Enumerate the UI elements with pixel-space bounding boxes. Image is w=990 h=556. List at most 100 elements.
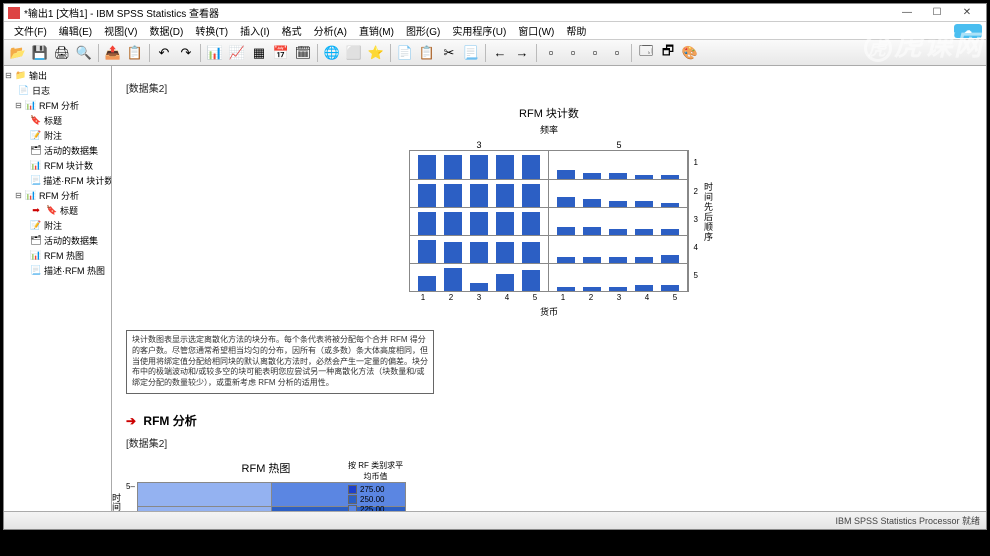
- tree-label: 附注: [44, 219, 62, 232]
- tree-root[interactable]: ⊟ 📁 输出: [4, 68, 111, 83]
- chart1-icon[interactable]: 📊: [205, 43, 225, 63]
- tree-log[interactable]: 📄 日志: [4, 83, 111, 98]
- maximize-button[interactable]: ☐: [922, 5, 952, 21]
- minimize-button[interactable]: —: [892, 5, 922, 21]
- tree-label: 活动的数据集: [44, 234, 98, 247]
- outline-tree[interactable]: ⊟ 📁 输出 📄 日志 ⊟ 📊 RFM 分析 🔖 标题 📝 附注: [4, 66, 112, 511]
- separator: [631, 44, 632, 62]
- menu-data[interactable]: 数据(D): [143, 23, 189, 38]
- bincount-chart[interactable]: RFM 块计数 频率 3 5 12345 时间先后顺序 1234512345 货…: [409, 105, 689, 318]
- window-title: *输出1 [文档1] - IBM SPSS Statistics 查看器: [24, 5, 219, 20]
- heatmap-legend: 按 RF 类别求平 均币值 275.00250.00225.00200.0017…: [348, 460, 403, 511]
- tree-label: 输出: [29, 69, 47, 82]
- main-area: ⊟ 📁 输出 📄 日志 ⊟ 📊 RFM 分析 🔖 标题 📝 附注: [4, 66, 986, 511]
- collapse-icon[interactable]: ⊟: [4, 71, 13, 80]
- win1-icon[interactable]: 🗔: [636, 43, 656, 63]
- notes-icon: 📝: [30, 221, 42, 231]
- dup2-icon[interactable]: ▫: [563, 43, 583, 63]
- back-icon[interactable]: ←: [490, 43, 510, 63]
- cloud-button[interactable]: ☁: [954, 24, 982, 38]
- tree-heatmap[interactable]: 📊 RFM 热图: [4, 248, 111, 263]
- calendar-icon[interactable]: 📅: [271, 43, 291, 63]
- menu-window[interactable]: 窗口(W): [512, 23, 560, 38]
- tree-label: RFM 块计数: [44, 159, 93, 172]
- star-icon[interactable]: ⭐: [366, 43, 386, 63]
- separator: [485, 44, 486, 62]
- menu-edit[interactable]: 编辑(E): [53, 23, 98, 38]
- tree-rfm2[interactable]: ⊟ 📊 RFM 分析: [4, 188, 111, 203]
- tree-desc-bin[interactable]: 📃 描述·RFM 块计数图: [4, 173, 111, 188]
- chart-icon: 📊: [30, 161, 42, 171]
- tree-active-ds[interactable]: 🗂 活动的数据集: [4, 143, 111, 158]
- menu-direct[interactable]: 直销(M): [353, 23, 400, 38]
- doc-icon[interactable]: 📃: [461, 43, 481, 63]
- dup1-icon[interactable]: ▫: [541, 43, 561, 63]
- copy-icon[interactable]: 📄: [395, 43, 415, 63]
- globe-icon[interactable]: 🌐: [322, 43, 342, 63]
- tree-label: 附注: [44, 129, 62, 142]
- tree-title[interactable]: 🔖 标题: [4, 113, 111, 128]
- dup4-icon[interactable]: ▫: [607, 43, 627, 63]
- tree-label: 标题: [60, 204, 78, 217]
- tree-notes2[interactable]: 📝 附注: [4, 218, 111, 233]
- tree-desc-heat[interactable]: 📃 描述·RFM 热图: [4, 263, 111, 278]
- menu-analyze[interactable]: 分析(A): [308, 23, 353, 38]
- chart2-icon[interactable]: 📈: [227, 43, 247, 63]
- undo-icon[interactable]: ↶: [154, 43, 174, 63]
- tree-rfm[interactable]: ⊟ 📊 RFM 分析: [4, 98, 111, 113]
- collapse-icon[interactable]: ⊟: [14, 191, 23, 200]
- save-icon[interactable]: 💾: [30, 43, 50, 63]
- menu-file[interactable]: 文件(F): [8, 23, 53, 38]
- y-ticks: 5–4–3–: [126, 482, 137, 511]
- dup3-icon[interactable]: ▫: [585, 43, 605, 63]
- export-icon[interactable]: 📤: [103, 43, 123, 63]
- close-button[interactable]: ✕: [952, 5, 982, 21]
- layers-icon[interactable]: ⬜: [344, 43, 364, 63]
- redo-icon[interactable]: ↷: [176, 43, 196, 63]
- separator: [149, 44, 150, 62]
- menu-insert[interactable]: 插入(I): [234, 23, 275, 38]
- paste-icon[interactable]: 📋: [417, 43, 437, 63]
- menu-graphs[interactable]: 图形(G): [400, 23, 446, 38]
- chart-icon: 📊: [30, 251, 42, 261]
- tree-notes[interactable]: 📝 附注: [4, 128, 111, 143]
- open-icon[interactable]: 📂: [8, 43, 28, 63]
- arrow-icon: ➔: [126, 414, 136, 428]
- y-axis-label: 时间先后顺序: [112, 493, 123, 511]
- menu-help[interactable]: 帮助: [560, 23, 592, 38]
- log-icon: 📄: [18, 86, 30, 96]
- x-axis-label: 货币: [409, 305, 689, 318]
- tree-title2[interactable]: ➡ 🔖 标题: [4, 203, 111, 218]
- palette-icon[interactable]: 🎨: [680, 43, 700, 63]
- menu-transform[interactable]: 转换(T): [189, 23, 234, 38]
- heatmap-chart[interactable]: RFM 热图 5–4–3– 时间先后顺序 按 RF 类别求平 均币值 275.0…: [126, 460, 406, 511]
- window-controls: — ☐ ✕: [892, 5, 982, 21]
- separator: [317, 44, 318, 62]
- menubar: 文件(F) 编辑(E) 视图(V) 数据(D) 转换(T) 插入(I) 格式 分…: [4, 22, 986, 40]
- table-icon[interactable]: 🗓: [293, 43, 313, 63]
- tree-label: 标题: [44, 114, 62, 127]
- title-icon: 🔖: [30, 116, 42, 126]
- menu-util[interactable]: 实用程序(U): [446, 23, 512, 38]
- tree-active2[interactable]: 🗂 活动的数据集: [4, 233, 111, 248]
- tree-binned[interactable]: 📊 RFM 块计数: [4, 158, 111, 173]
- print-icon[interactable]: 🖨: [52, 43, 72, 63]
- preview-icon[interactable]: 🔍: [74, 43, 94, 63]
- titlebar: *输出1 [文档1] - IBM SPSS Statistics 查看器 — ☐…: [4, 4, 986, 22]
- recall-icon[interactable]: 📋: [125, 43, 145, 63]
- title-icon: 🔖: [46, 206, 58, 216]
- output-viewer[interactable]: [数据集2] RFM 块计数 频率 3 5 12345 时间先后顺序 12345…: [112, 66, 986, 511]
- cut-icon[interactable]: ✂: [439, 43, 459, 63]
- menu-format[interactable]: 格式: [276, 23, 308, 38]
- forward-icon[interactable]: →: [512, 43, 532, 63]
- separator: [390, 44, 391, 62]
- menu-view[interactable]: 视图(V): [98, 23, 143, 38]
- notes-icon: 📝: [30, 131, 42, 141]
- y-axis-label: 时间先后顺序: [702, 182, 715, 242]
- separator: [98, 44, 99, 62]
- win2-icon[interactable]: 🗗: [658, 43, 678, 63]
- grid-icon[interactable]: ▦: [249, 43, 269, 63]
- collapse-icon[interactable]: ⊟: [14, 101, 23, 110]
- text-icon: 📃: [30, 266, 42, 276]
- app-window: *输出1 [文档1] - IBM SPSS Statistics 查看器 — ☐…: [3, 3, 987, 530]
